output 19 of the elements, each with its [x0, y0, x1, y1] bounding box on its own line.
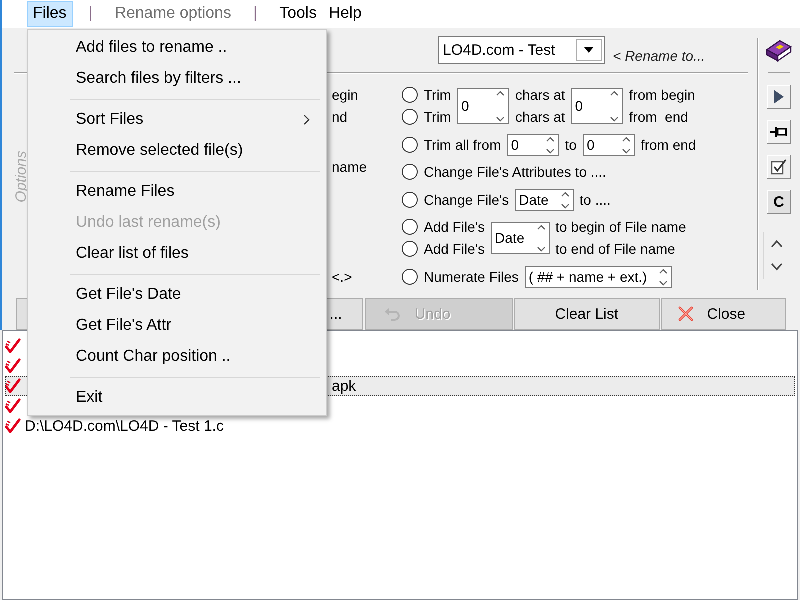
option-text: nd: [332, 108, 348, 127]
option-text: to ....: [580, 192, 611, 208]
option-text: name: [332, 158, 368, 177]
option-text: to: [565, 136, 577, 152]
option-text: to end of File name: [556, 241, 676, 257]
option-text: from end: [629, 109, 688, 125]
option-text: from begin: [629, 87, 696, 103]
menu-divider: |: [88, 5, 94, 23]
option-text: to begin of File name: [556, 219, 686, 235]
section-label: Options: [13, 150, 30, 202]
file-path: D:\LO4D.com\LO4D - Test 1.c: [25, 418, 224, 434]
option-text: egin: [332, 86, 358, 105]
rename-to-label: < Rename to...: [613, 48, 706, 64]
option-text: chars at: [515, 87, 566, 103]
option-text: <.>: [332, 268, 352, 287]
file-path: apk: [332, 378, 356, 394]
option-text: from end: [640, 136, 696, 152]
option-text: chars at: [515, 109, 566, 125]
menu-divider: |: [252, 5, 259, 23]
